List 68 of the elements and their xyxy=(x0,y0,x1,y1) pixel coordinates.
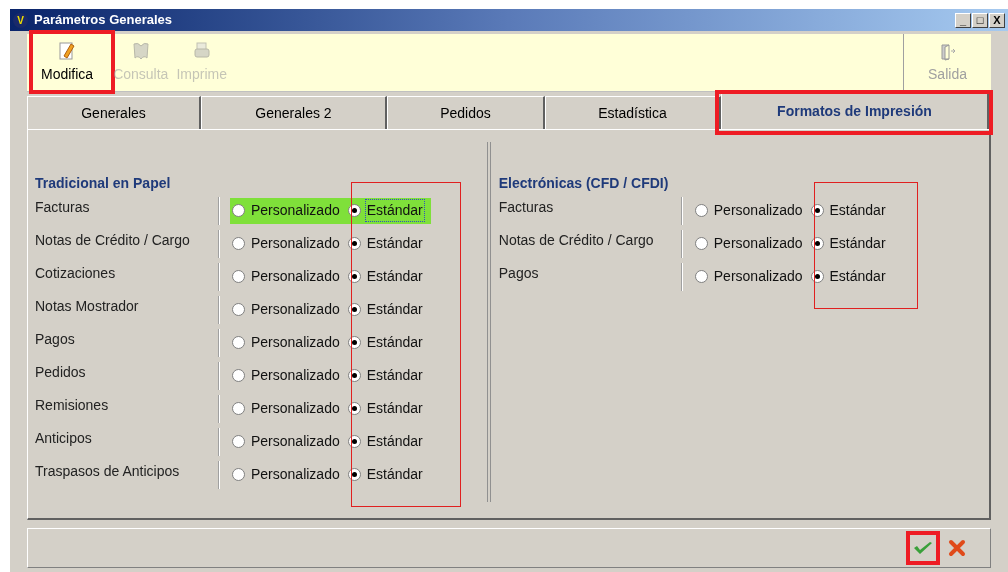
tab[interactable]: Pedidos xyxy=(387,96,545,129)
radio-button[interactable] xyxy=(232,435,245,448)
radio-button[interactable] xyxy=(694,204,708,217)
radio-button[interactable] xyxy=(232,336,245,349)
row-label: Pagos xyxy=(35,330,76,349)
option-label[interactable]: Estándar xyxy=(364,397,425,420)
row-label: Pagos xyxy=(498,264,540,283)
option-label[interactable]: Personalizado xyxy=(249,430,342,453)
radio-button[interactable] xyxy=(232,237,245,250)
radio-button[interactable] xyxy=(694,270,708,283)
radio-button[interactable] xyxy=(232,204,245,217)
accept-button[interactable] xyxy=(906,531,940,565)
radio-button[interactable] xyxy=(232,303,245,316)
row-label: Facturas xyxy=(35,198,91,217)
toolbar-button[interactable]: Modifica xyxy=(37,34,98,91)
option-label[interactable]: Personalizado xyxy=(249,397,342,420)
tab[interactable]: Generales 2 xyxy=(201,96,387,129)
option-label[interactable]: Personalizado xyxy=(711,199,805,222)
row-label: Traspasos de Anticipos xyxy=(35,462,181,481)
tab[interactable]: Generales xyxy=(27,96,201,129)
row-label: Notas de Crédito / Cargo xyxy=(35,231,191,250)
option-label[interactable]: Personalizado xyxy=(249,265,342,288)
option-label[interactable]: Estándar xyxy=(364,430,425,453)
pencil-icon xyxy=(58,41,77,61)
window-control[interactable]: _ xyxy=(955,12,971,28)
checkmark-icon xyxy=(913,540,933,556)
radio-button[interactable] xyxy=(232,468,245,481)
row-label: Pedidos xyxy=(35,363,87,382)
option-label[interactable]: Estándar xyxy=(827,265,888,288)
window-control[interactable]: X xyxy=(989,12,1005,28)
option-label[interactable]: Personalizado xyxy=(249,364,342,387)
option-label[interactable]: Estándar xyxy=(364,331,425,354)
option-label[interactable]: Personalizado xyxy=(249,232,342,255)
row-label: Notas Mostrador xyxy=(35,297,140,316)
option-label[interactable]: Personalizado xyxy=(711,232,805,255)
radio-button[interactable] xyxy=(232,270,245,283)
window-control[interactable]: □ xyxy=(972,12,988,28)
row-label: Facturas xyxy=(498,198,555,217)
option-label[interactable]: Estándar xyxy=(827,232,888,255)
row-label: Cotizaciones xyxy=(35,264,117,283)
window-title: Parámetros Generales xyxy=(34,11,173,30)
option-label[interactable]: Personalizado xyxy=(249,199,342,222)
tab[interactable]: Estadística xyxy=(545,96,721,129)
option-label[interactable]: Estándar xyxy=(364,364,425,387)
book-icon xyxy=(131,41,150,61)
radio-button[interactable] xyxy=(232,402,245,415)
row-label: Anticipos xyxy=(35,429,93,448)
option-label[interactable]: Estándar xyxy=(827,199,888,222)
radio-button[interactable] xyxy=(232,369,245,382)
row-label: Remisiones xyxy=(35,396,110,415)
door-icon xyxy=(938,43,957,61)
option-label[interactable]: Personalizado xyxy=(249,331,342,354)
option-label[interactable]: Estándar xyxy=(364,265,425,288)
app-logo: V xyxy=(13,12,28,28)
option-label[interactable]: Estándar xyxy=(364,298,425,321)
printer-icon xyxy=(192,41,211,61)
close-icon xyxy=(948,539,966,557)
section-title: Tradicional en Papel xyxy=(35,174,172,193)
option-label[interactable]: Estándar xyxy=(364,463,425,486)
radio-button[interactable] xyxy=(694,237,708,250)
option-label[interactable]: Estándar xyxy=(364,199,425,222)
option-label[interactable]: Personalizado xyxy=(249,298,342,321)
row-label: Notas de Crédito / Cargo xyxy=(498,231,655,250)
tab[interactable]: Formatos de Impresión xyxy=(721,93,989,129)
section-title: Electrónicas (CFD / CFDI) xyxy=(498,174,670,193)
option-label[interactable]: Personalizado xyxy=(249,463,342,486)
option-label[interactable]: Estándar xyxy=(364,232,425,255)
option-label[interactable]: Personalizado xyxy=(711,265,805,288)
